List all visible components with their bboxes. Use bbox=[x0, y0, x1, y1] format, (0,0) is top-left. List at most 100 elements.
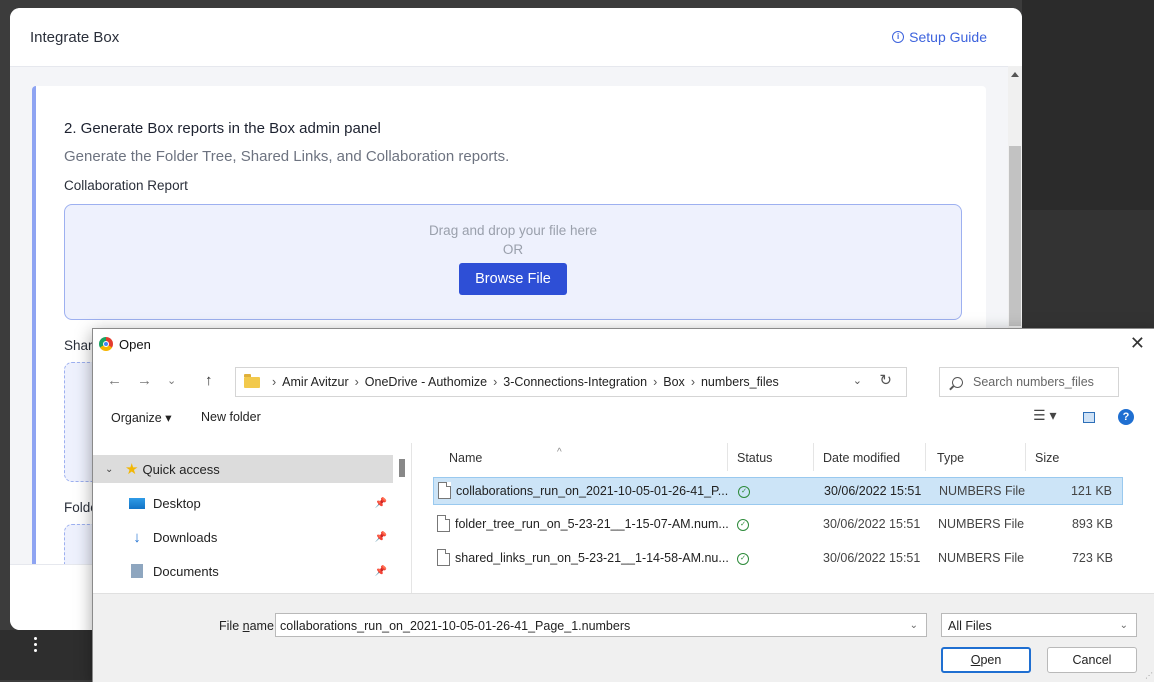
dialog-navbar: ← → ⌄ ↑ › Amir Avitzur › OneDrive - Auth… bbox=[93, 359, 1154, 403]
sidebar-item-documents[interactable]: Documents 📌 bbox=[93, 557, 393, 585]
sidebar-item-quick-access[interactable]: ⌄ ★ Quick access bbox=[93, 455, 393, 483]
file-name-label: File name: bbox=[219, 619, 278, 633]
file-name-value: collaborations_run_on_2021-10-05-01-26-4… bbox=[280, 619, 631, 633]
sort-caret-icon: ^ bbox=[557, 447, 562, 458]
folder-icon bbox=[244, 373, 260, 388]
column-header-status[interactable]: Status bbox=[737, 451, 772, 465]
step-title: 2. Generate Box reports in the Box admin… bbox=[64, 120, 381, 137]
info-icon: i bbox=[892, 31, 905, 43]
column-divider[interactable] bbox=[727, 443, 728, 471]
column-header-name[interactable]: Name ^ bbox=[449, 447, 562, 465]
desktop-icon bbox=[129, 497, 145, 509]
sidebar-item-desktop[interactable]: Desktop 📌 bbox=[93, 489, 393, 517]
pin-icon: 📌 bbox=[374, 531, 387, 543]
breadcrumb-onedrive[interactable]: OneDrive - Authomize bbox=[365, 375, 487, 389]
shared-links-report-label: Shar bbox=[64, 338, 93, 353]
breadcrumb-box[interactable]: Box bbox=[663, 375, 685, 389]
dialog-toolbar: Organize ▾ New folder ☰ ▾ ? bbox=[93, 403, 1154, 433]
file-size: 723 KB bbox=[1071, 551, 1113, 565]
open-button[interactable]: Open bbox=[941, 647, 1031, 673]
file-icon bbox=[438, 482, 451, 499]
organize-button[interactable]: Organize ▾ bbox=[111, 410, 171, 425]
file-type: NUMBERS File bbox=[938, 551, 1025, 565]
chevron-down-icon[interactable]: ⌄ bbox=[105, 464, 115, 475]
background-window-dark bbox=[1022, 0, 1154, 210]
sync-status-icon: ✓ bbox=[737, 553, 749, 565]
pin-icon: 📌 bbox=[374, 565, 387, 577]
background-dark-strip bbox=[0, 630, 92, 680]
sidebar-item-label: Quick access bbox=[142, 461, 220, 477]
file-row[interactable]: collaborations_run_on_2021-10-05-01-26-4… bbox=[433, 477, 1123, 505]
file-type-filter-value: All Files bbox=[948, 619, 992, 633]
column-divider[interactable] bbox=[925, 443, 926, 471]
breadcrumb-numbers-files[interactable]: numbers_files bbox=[701, 375, 779, 389]
recent-locations-chevron-icon[interactable]: ⌄ bbox=[167, 374, 176, 387]
file-row[interactable]: shared_links_run_on_5-23-21__1-14-58-AM.… bbox=[433, 545, 1123, 573]
back-arrow-icon[interactable]: ← bbox=[107, 372, 122, 389]
file-size: 121 KB bbox=[1070, 484, 1112, 498]
column-header-date[interactable]: Date modified bbox=[823, 451, 900, 465]
sidebar-item-downloads[interactable]: ↓ Downloads 📌 bbox=[93, 523, 393, 551]
column-divider[interactable] bbox=[813, 443, 814, 471]
dialog-title: Open bbox=[119, 336, 151, 352]
resize-grip-icon[interactable]: ⋰ bbox=[1145, 671, 1153, 680]
search-input[interactable]: Search numbers_files bbox=[939, 367, 1119, 397]
more-options-icon[interactable] bbox=[34, 634, 37, 655]
file-row[interactable]: folder_tree_run_on_5-23-21__1-15-07-AM.n… bbox=[433, 511, 1123, 539]
file-name-input[interactable]: collaborations_run_on_2021-10-05-01-26-4… bbox=[275, 613, 927, 637]
file-type: NUMBERS File bbox=[939, 484, 1026, 498]
app-header: Integrate Box i Setup Guide bbox=[10, 8, 1022, 67]
file-size: 893 KB bbox=[1071, 517, 1113, 531]
chevron-down-icon[interactable]: ⌄ bbox=[910, 614, 918, 638]
dialog-footer: File name: collaborations_run_on_2021-10… bbox=[93, 593, 1154, 682]
collaboration-report-label: Collaboration Report bbox=[64, 178, 188, 193]
nav-pane-scrollbar[interactable] bbox=[399, 459, 405, 477]
page-title: Integrate Box bbox=[30, 28, 120, 46]
download-icon: ↓ bbox=[133, 528, 141, 546]
browse-file-button[interactable]: Browse File bbox=[459, 263, 567, 295]
search-icon bbox=[952, 376, 963, 388]
file-date: 30/06/2022 15:51 bbox=[823, 551, 921, 565]
collaboration-dropzone[interactable]: Drag and drop your file here OR Browse F… bbox=[64, 204, 962, 320]
refresh-icon[interactable]: ↻ bbox=[879, 371, 892, 389]
new-folder-button[interactable]: New folder bbox=[201, 410, 261, 424]
chevron-down-icon[interactable]: ⌄ bbox=[1120, 614, 1128, 638]
file-icon bbox=[437, 549, 450, 566]
forward-arrow-icon[interactable]: → bbox=[137, 372, 152, 389]
file-list: Name ^ Status Date modified Type Size co… bbox=[413, 443, 1154, 593]
column-header-type[interactable]: Type bbox=[937, 451, 964, 465]
file-icon bbox=[437, 515, 450, 532]
help-icon[interactable]: ? bbox=[1118, 409, 1134, 425]
dialog-titlebar: Open ✕ bbox=[93, 329, 1154, 359]
setup-guide-label: Setup Guide bbox=[909, 29, 987, 45]
up-arrow-icon[interactable]: ↑ bbox=[205, 372, 213, 389]
breadcrumb-user[interactable]: Amir Avitzur bbox=[282, 375, 348, 389]
breadcrumb-connections[interactable]: 3-Connections-Integration bbox=[503, 375, 647, 389]
star-icon: ★ bbox=[125, 461, 139, 478]
scroll-thumb[interactable] bbox=[1009, 146, 1021, 326]
file-name: collaborations_run_on_2021-10-05-01-26-4… bbox=[456, 484, 729, 498]
documents-icon bbox=[131, 564, 143, 578]
sync-status-icon: ✓ bbox=[737, 519, 749, 531]
file-type-filter-select[interactable]: All Files ⌄ bbox=[941, 613, 1137, 637]
page-scrollbar[interactable] bbox=[1008, 66, 1022, 328]
setup-guide-link[interactable]: i Setup Guide bbox=[892, 29, 987, 45]
view-options-icon[interactable]: ☰ ▾ bbox=[1033, 407, 1056, 424]
column-header-size[interactable]: Size bbox=[1035, 451, 1059, 465]
file-date: 30/06/2022 15:51 bbox=[823, 517, 921, 531]
step-description: Generate the Folder Tree, Shared Links, … bbox=[64, 148, 510, 165]
preview-pane-icon[interactable] bbox=[1083, 412, 1095, 423]
background-window-panel bbox=[1022, 210, 1154, 340]
file-type: NUMBERS File bbox=[938, 517, 1025, 531]
close-icon[interactable]: ✕ bbox=[1130, 333, 1145, 354]
column-divider[interactable] bbox=[1025, 443, 1026, 471]
sidebar-item-label: Downloads bbox=[153, 529, 218, 545]
search-placeholder: Search numbers_files bbox=[973, 375, 1094, 389]
cancel-button[interactable]: Cancel bbox=[1047, 647, 1137, 673]
pin-icon: 📌 bbox=[374, 497, 387, 509]
address-bar[interactable]: › Amir Avitzur › OneDrive - Authomize › … bbox=[235, 367, 907, 397]
file-name: shared_links_run_on_5-23-21__1-14-58-AM.… bbox=[455, 551, 729, 565]
dropzone-or: OR bbox=[502, 242, 524, 257]
address-dropdown-chevron-icon[interactable]: ⌄ bbox=[853, 374, 862, 387]
scroll-up-arrow-icon[interactable] bbox=[1011, 72, 1019, 77]
